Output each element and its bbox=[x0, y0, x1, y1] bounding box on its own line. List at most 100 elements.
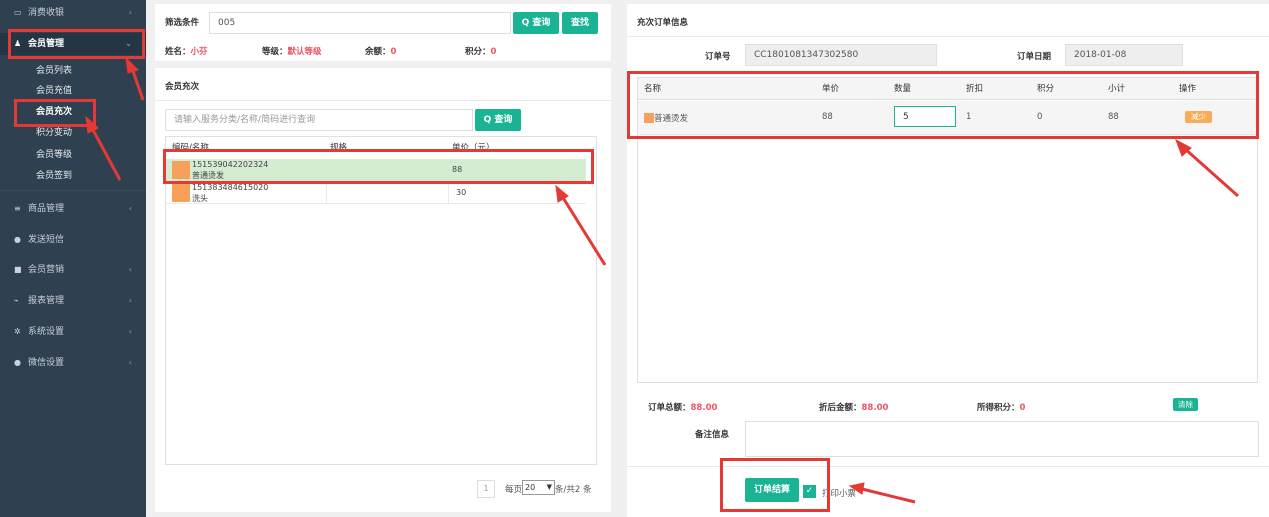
table-row[interactable]: 151383484615020 洗头 30 bbox=[166, 182, 586, 204]
item-qty-input[interactable]: 5 bbox=[894, 106, 956, 127]
service-thumbnail bbox=[644, 113, 654, 123]
sidebar-subitem-points-change[interactable]: 积分变动 bbox=[0, 123, 146, 143]
chevron-left-icon: ‹ bbox=[128, 265, 132, 274]
sidebar: ▭ 消费收银 ‹ ♟ 会员管理 ⌄ 会员列表 会员充值 会员充次 积分变动 会员等级 会… bbox=[0, 0, 146, 517]
gears-icon: ✲ bbox=[14, 327, 21, 336]
col-header-name: 名称 bbox=[644, 84, 662, 94]
sidebar-item-wechat-settings[interactable]: ● 微信设置 ‹ bbox=[0, 352, 146, 374]
item-price: 88 bbox=[822, 112, 833, 122]
sidebar-subitem-member-topup[interactable]: 会员充值 bbox=[0, 81, 146, 101]
filter-input[interactable]: 005 bbox=[209, 12, 511, 34]
sidebar-subitem-member-list[interactable]: 会员列表 bbox=[0, 61, 146, 81]
sidebar-subitem-member-level[interactable]: 会员等级 bbox=[0, 145, 146, 165]
service-price: 88 bbox=[452, 165, 463, 174]
sidebar-item-member-marketing[interactable]: ■ 会员营销 ‹ bbox=[0, 259, 146, 281]
service-query-button[interactable]: Q 查询 bbox=[475, 109, 521, 131]
pagination-per-page-label: 每页 bbox=[505, 485, 523, 495]
col-header-code: 编码/名称 bbox=[172, 143, 209, 153]
sidebar-item-label: 会员管理 bbox=[28, 39, 65, 49]
checkout-button[interactable]: 订单结算 bbox=[745, 478, 799, 502]
item-subtotal: 88 bbox=[1108, 112, 1119, 122]
divider bbox=[326, 182, 327, 204]
clear-button[interactable]: 清除 bbox=[1173, 398, 1198, 411]
chevron-left-icon: ‹ bbox=[128, 358, 132, 367]
sidebar-item-label: 系统设置 bbox=[28, 327, 65, 337]
order-no-label: 订单号 bbox=[705, 52, 731, 62]
service-table: 编码/名称 规格 单价（元） 151539042202324 普通烫发 88 1… bbox=[165, 136, 597, 465]
sidebar-item-system-settings[interactable]: ✲ 系统设置 ‹ bbox=[0, 321, 146, 343]
item-points: 0 bbox=[1037, 112, 1043, 122]
col-header-price: 单价（元） bbox=[452, 143, 495, 153]
col-header-qty: 数量 bbox=[894, 84, 912, 94]
member-name: 姓名：小芬 bbox=[165, 47, 208, 57]
filter-find-button[interactable]: 查找 bbox=[562, 12, 598, 34]
chat-icon: ● bbox=[14, 235, 21, 244]
list-icon: ≡ bbox=[14, 204, 21, 213]
pagination-total: 条/共2 条 bbox=[555, 485, 592, 495]
remark-textarea[interactable] bbox=[745, 421, 1259, 457]
order-earned-points: 所得积分：0 bbox=[977, 403, 1026, 413]
service-price: 30 bbox=[456, 188, 467, 197]
sidebar-item-label: 消费收银 bbox=[28, 8, 65, 18]
sidebar-item-checkout[interactable]: ▭ 消费收银 ‹ bbox=[0, 2, 146, 24]
item-discount: 1 bbox=[966, 112, 972, 122]
remark-label: 备注信息 bbox=[695, 430, 730, 440]
caret-down-icon: ▼ bbox=[546, 483, 552, 491]
member-level: 等级：默认等级 bbox=[262, 47, 322, 57]
card-icon: ▭ bbox=[14, 8, 22, 17]
filter-query-button[interactable]: Q 查询 bbox=[513, 12, 559, 34]
table-header: 名称 单价 数量 折扣 积分 小计 操作 bbox=[638, 78, 1257, 100]
filter-label: 筛选条件 bbox=[165, 18, 200, 28]
item-name: 普通烫发 bbox=[654, 114, 689, 124]
order-no-field: CC1801081347302580 bbox=[745, 44, 937, 66]
reduce-button[interactable]: 减少 bbox=[1185, 111, 1212, 123]
pagination-page[interactable]: 1 bbox=[477, 480, 495, 498]
chevron-left-icon: ‹ bbox=[128, 296, 132, 305]
per-page-select[interactable]: 20 ▼ bbox=[522, 480, 555, 495]
sidebar-subitem-member-signin[interactable]: 会员签到 bbox=[0, 166, 146, 186]
col-header-spec: 规格 bbox=[330, 143, 348, 153]
order-items-table: 名称 单价 数量 折扣 积分 小计 操作 普通烫发 88 5 1 0 88 减少 bbox=[637, 77, 1258, 383]
chevron-down-icon: ⌄ bbox=[125, 39, 132, 48]
divider bbox=[155, 100, 611, 101]
table-row[interactable]: 151539042202324 普通烫发 88 bbox=[166, 159, 586, 181]
sidebar-item-member-management[interactable]: ♟ 会员管理 ⌄ bbox=[0, 33, 146, 55]
print-receipt-label: 打印小票 bbox=[822, 489, 857, 499]
sidebar-item-product-management[interactable]: ≡ 商品管理 ‹ bbox=[0, 198, 146, 220]
chevron-left-icon: ‹ bbox=[128, 8, 132, 17]
member-points: 积分：0 bbox=[465, 47, 497, 57]
sidebar-item-label: 发送短信 bbox=[28, 235, 65, 245]
order-date-field: 2018-01-08 bbox=[1065, 44, 1183, 66]
filter-panel: 筛选条件 005 Q 查询 查找 姓名：小芬 等级：默认等级 余额：0 积分：0 bbox=[155, 4, 611, 61]
table-row: 普通烫发 88 5 1 0 88 减少 bbox=[638, 101, 1257, 135]
user-icon: ♟ bbox=[14, 39, 22, 48]
order-panel: 充次订单信息 订单号 CC1801081347302580 订单日期 2018-… bbox=[627, 4, 1269, 517]
chevron-left-icon: ‹ bbox=[128, 204, 132, 213]
col-header-subtotal: 小计 bbox=[1108, 84, 1126, 94]
col-header-discount: 折扣 bbox=[966, 84, 984, 94]
divider bbox=[0, 190, 146, 191]
sidebar-item-send-sms[interactable]: ● 发送短信 bbox=[0, 229, 146, 251]
sidebar-item-label: 会员营销 bbox=[28, 265, 65, 275]
sidebar-item-label: 商品管理 bbox=[28, 204, 65, 214]
divider bbox=[627, 466, 1269, 467]
col-header-points: 积分 bbox=[1037, 84, 1055, 94]
order-total: 订单总额：88.00 bbox=[648, 403, 718, 413]
sidebar-subitem-member-recharge[interactable]: 会员充次 bbox=[0, 102, 146, 122]
print-receipt-checkbox[interactable]: ✓ bbox=[803, 485, 816, 498]
service-thumbnail bbox=[172, 184, 190, 202]
col-header-price: 单价 bbox=[822, 84, 840, 94]
member-balance: 余额：0 bbox=[365, 47, 397, 57]
order-date-label: 订单日期 bbox=[1017, 52, 1052, 62]
sidebar-item-label: 报表管理 bbox=[28, 296, 65, 306]
service-thumbnail bbox=[172, 161, 190, 179]
sidebar-item-label: 微信设置 bbox=[28, 358, 65, 368]
sidebar-item-report-management[interactable]: ⌁ 报表管理 ‹ bbox=[0, 290, 146, 312]
chart-icon: ⌁ bbox=[14, 296, 19, 305]
divider bbox=[448, 182, 449, 204]
recharge-panel: 会员充次 请输入服务分类/名称/简码进行查询 Q 查询 编码/名称 规格 单价（… bbox=[155, 68, 611, 512]
service-search-input[interactable]: 请输入服务分类/名称/简码进行查询 bbox=[165, 109, 473, 131]
service-name: 普通烫发 bbox=[192, 171, 224, 180]
order-title: 充次订单信息 bbox=[637, 18, 689, 28]
divider bbox=[627, 36, 1269, 37]
